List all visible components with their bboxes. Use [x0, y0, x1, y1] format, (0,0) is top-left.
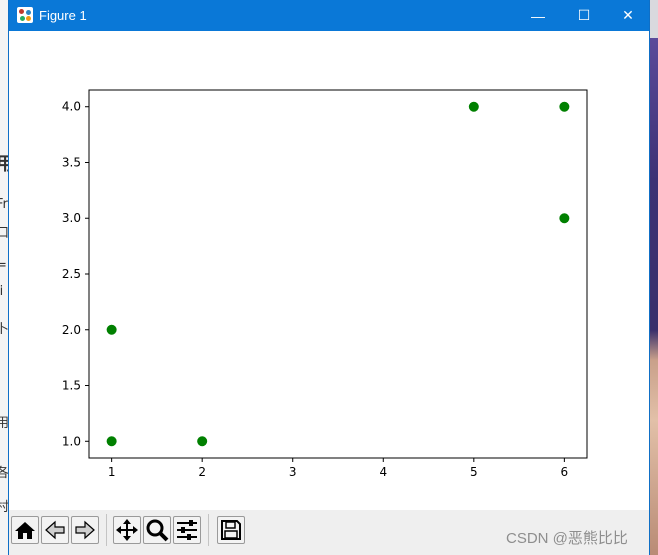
- arrow-right-icon: [75, 520, 95, 540]
- sliders-icon: [177, 520, 197, 540]
- y-axis: 1.0 1.5 2.0 2.5 3.0 3.5 4.0: [62, 100, 89, 448]
- data-point: [106, 436, 117, 447]
- y-tick-label: 1.5: [62, 379, 81, 393]
- magnifier-icon: [146, 519, 169, 542]
- x-tick-label: 5: [470, 465, 478, 479]
- scatter-plot: 1 2 3 4 5 6 1.0 1.5 2.0 2.5 3.0 3.5 4.0: [62, 89, 588, 479]
- move-icon: [116, 519, 138, 541]
- maximize-icon: ☐: [577, 7, 591, 23]
- data-point: [559, 213, 570, 224]
- axes-frame: [88, 89, 588, 459]
- home-button[interactable]: [11, 516, 39, 544]
- x-axis: 1 2 3 4 5 6: [108, 458, 568, 479]
- configure-subplots-button[interactable]: [173, 516, 201, 544]
- close-button[interactable]: ✕: [605, 0, 651, 31]
- zoom-button[interactable]: [143, 516, 171, 544]
- background-window-left: 用 Fr 口 = ii 卜 用 各 村: [0, 0, 8, 555]
- figure-window: Figure 1 — ☐ ✕ 1 2 3 4 5 6 1.0 1.5 2.0 2.5 3.0 3.5…: [8, 0, 650, 555]
- data-point: [559, 101, 570, 112]
- figure-canvas[interactable]: 1 2 3 4 5 6 1.0 1.5 2.0 2.5 3.0 3.5 4.0: [9, 31, 649, 509]
- y-tick-label: 3.5: [62, 155, 81, 169]
- toolbar-separator: [106, 514, 107, 546]
- y-tick-label: 2.5: [62, 267, 81, 281]
- y-tick-label: 3.0: [62, 211, 81, 225]
- title-bar[interactable]: Figure 1 — ☐ ✕: [9, 0, 649, 31]
- y-tick-label: 4.0: [62, 100, 81, 114]
- y-tick-label: 2.0: [62, 323, 81, 337]
- maximize-button[interactable]: ☐: [561, 0, 607, 31]
- x-tick-label: 1: [108, 465, 116, 479]
- x-tick-label: 2: [198, 465, 206, 479]
- data-point: [197, 436, 208, 447]
- watermark: CSDN @恶熊比比: [506, 530, 628, 547]
- matplotlib-app-icon: [17, 7, 33, 23]
- x-tick-label: 3: [289, 465, 297, 479]
- y-tick-label: 1.0: [62, 434, 81, 448]
- pan-button[interactable]: [113, 516, 141, 544]
- x-tick-label: 4: [379, 465, 387, 479]
- back-button[interactable]: [41, 516, 69, 544]
- arrow-left-icon: [45, 520, 65, 540]
- forward-button[interactable]: [71, 516, 99, 544]
- data-point: [468, 101, 479, 112]
- toolbar-separator: [208, 514, 209, 546]
- home-icon: [15, 522, 35, 539]
- x-tick-label: 6: [561, 465, 569, 479]
- floppy-disk-icon: [221, 520, 241, 540]
- minimize-icon: —: [531, 7, 545, 24]
- minimize-button[interactable]: —: [515, 0, 561, 31]
- save-button[interactable]: [217, 516, 245, 544]
- window-title: Figure 1: [39, 8, 87, 23]
- close-icon: ✕: [622, 7, 634, 23]
- data-point: [106, 324, 117, 335]
- background-window-right: [650, 0, 658, 555]
- data-points: [106, 101, 570, 447]
